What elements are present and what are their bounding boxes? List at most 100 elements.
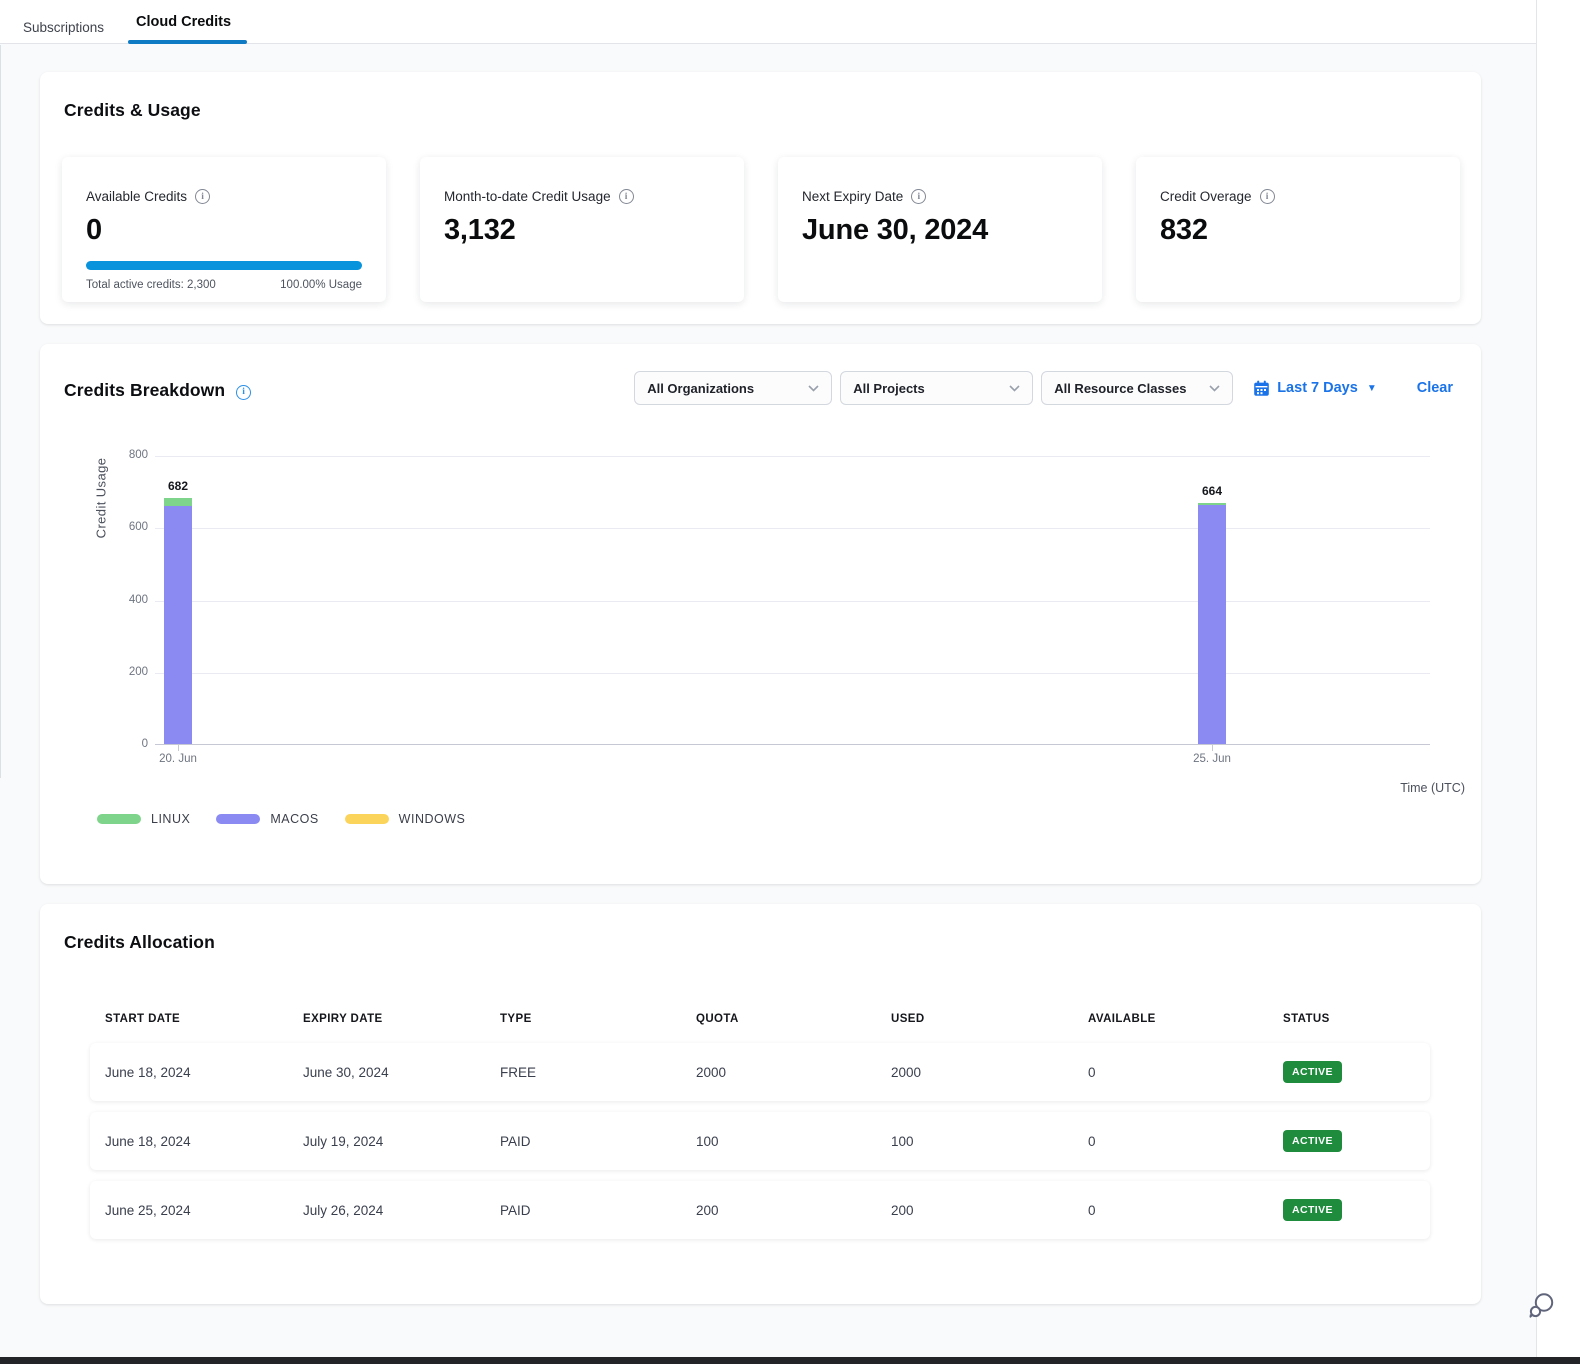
legend-swatch	[97, 814, 141, 824]
column-header: STATUS	[1268, 1013, 1430, 1025]
y-tick-label: 400	[104, 594, 148, 606]
mtd-usage-label-row: Month-to-date Credit Usage i	[444, 189, 720, 204]
column-header: EXPIRY DATE	[288, 1013, 485, 1025]
info-icon[interactable]: i	[619, 189, 634, 204]
y-tick-label: 600	[104, 521, 148, 533]
usage-progress-bar	[86, 261, 362, 270]
available-credits-label: Available Credits	[86, 189, 187, 204]
available-credits-card: Available Credits i 0 Total active credi…	[62, 157, 386, 302]
tab-cloud-credits[interactable]: Cloud Credits	[136, 14, 231, 30]
projects-select[interactable]: All Projects	[840, 371, 1033, 405]
table-cell: 200	[876, 1203, 1073, 1218]
resource-classes-select[interactable]: All Resource Classes	[1041, 371, 1233, 405]
chat-help-button[interactable]	[1524, 1289, 1558, 1323]
table-cell-status: ACTIVE	[1268, 1061, 1430, 1083]
credits-breakdown-title-text: Credits Breakdown	[64, 380, 225, 400]
table-cell: June 18, 2024	[90, 1065, 288, 1080]
table-cell: 0	[1073, 1203, 1268, 1218]
organizations-select-value: All Organizations	[647, 381, 754, 396]
calendar-icon	[1253, 380, 1270, 397]
status-badge: ACTIVE	[1283, 1130, 1342, 1152]
chevron-down-icon	[1209, 385, 1220, 392]
info-icon[interactable]: i	[195, 189, 210, 204]
table-cell: PAID	[485, 1134, 681, 1149]
left-edge-divider	[0, 45, 1, 778]
table-row[interactable]: June 18, 2024June 30, 2024FREE200020000A…	[90, 1043, 1430, 1101]
credit-overage-label-row: Credit Overage i	[1160, 189, 1436, 204]
credits-allocation-title: Credits Allocation	[64, 932, 215, 953]
column-header: START DATE	[90, 1013, 288, 1025]
active-tab-indicator	[128, 40, 247, 44]
credits-usage-section: Credits & Usage Available Credits i 0 To…	[40, 72, 1481, 324]
bar-segment-macos[interactable]	[164, 506, 192, 744]
bar-segment-linux[interactable]	[1198, 503, 1226, 505]
right-gutter	[1538, 0, 1580, 1364]
table-cell: 100	[876, 1134, 1073, 1149]
clear-filters-button[interactable]: Clear	[1417, 380, 1453, 396]
table-row[interactable]: June 25, 2024July 26, 2024PAID2002000ACT…	[90, 1181, 1430, 1239]
legend-label: MACOS	[270, 812, 318, 826]
credits-usage-title: Credits & Usage	[64, 100, 201, 121]
date-range-picker[interactable]: Last 7 Days ▼	[1253, 380, 1377, 397]
x-tick-label: 20. Jun	[159, 753, 197, 765]
chart-legend: LINUX MACOS WINDOWS	[97, 812, 465, 826]
table-cell: July 26, 2024	[288, 1203, 485, 1218]
mtd-usage-label: Month-to-date Credit Usage	[444, 189, 611, 204]
date-range-value: Last 7 Days	[1277, 380, 1358, 396]
chevron-down-icon	[808, 385, 819, 392]
column-header: USED	[876, 1013, 1073, 1025]
x-tick	[1212, 745, 1213, 751]
table-cell-status: ACTIVE	[1268, 1199, 1430, 1221]
table-row[interactable]: June 18, 2024July 19, 2024PAID1001000ACT…	[90, 1112, 1430, 1170]
gridline	[155, 456, 1430, 457]
bottom-window-bar	[0, 1357, 1580, 1364]
column-header: AVAILABLE	[1073, 1013, 1268, 1025]
legend-swatch	[345, 814, 389, 824]
credit-overage-value: 832	[1160, 214, 1436, 247]
chevron-down-icon	[1009, 385, 1020, 392]
legend-label: LINUX	[151, 812, 190, 826]
column-header: QUOTA	[681, 1013, 876, 1025]
info-icon[interactable]: i	[911, 189, 926, 204]
status-badge: ACTIVE	[1283, 1061, 1342, 1083]
breakdown-filters: All Organizations All Projects All Resou…	[634, 371, 1457, 405]
y-tick-label: 0	[104, 738, 148, 750]
legend-item-windows[interactable]: WINDOWS	[345, 812, 466, 826]
credit-overage-label: Credit Overage	[1160, 189, 1252, 204]
bar-segment-linux[interactable]	[164, 498, 192, 506]
legend-item-linux[interactable]: LINUX	[97, 812, 190, 826]
legend-item-macos[interactable]: MACOS	[216, 812, 318, 826]
gridline	[155, 673, 1430, 674]
column-header: TYPE	[485, 1013, 681, 1025]
table-cell: 0	[1073, 1134, 1268, 1149]
table-cell: 100	[681, 1134, 876, 1149]
info-icon[interactable]: i	[1260, 189, 1275, 204]
bar-segment-macos[interactable]	[1198, 505, 1226, 744]
y-tick-label: 800	[104, 449, 148, 461]
available-credits-label-row: Available Credits i	[86, 189, 362, 204]
table-cell: July 19, 2024	[288, 1134, 485, 1149]
table-cell: 0	[1073, 1065, 1268, 1080]
available-credits-value: 0	[86, 214, 362, 247]
x-tick-label: 25. Jun	[1193, 753, 1231, 765]
resource-classes-select-value: All Resource Classes	[1054, 381, 1186, 396]
next-expiry-value: June 30, 2024	[802, 214, 1078, 247]
credits-breakdown-title: Credits Breakdown i	[64, 380, 251, 401]
credit-overage-card: Credit Overage i 832	[1136, 157, 1460, 302]
cloud-credits-page: Subscriptions Cloud Credits Credits & Us…	[0, 0, 1537, 1364]
table-cell: June 25, 2024	[90, 1203, 288, 1218]
bar-total-label: 682	[168, 479, 188, 493]
tab-bar: Subscriptions Cloud Credits	[0, 0, 1536, 44]
next-expiry-label-row: Next Expiry Date i	[802, 189, 1078, 204]
x-tick	[178, 745, 179, 751]
organizations-select[interactable]: All Organizations	[634, 371, 832, 405]
metric-card-row: Available Credits i 0 Total active credi…	[62, 157, 1460, 302]
info-icon[interactable]: i	[236, 385, 251, 400]
table-body: June 18, 2024June 30, 2024FREE200020000A…	[90, 1043, 1430, 1239]
available-credits-footer: Total active credits: 2,300 100.00% Usag…	[86, 279, 362, 291]
projects-select-value: All Projects	[853, 381, 925, 396]
status-badge: ACTIVE	[1283, 1199, 1342, 1221]
table-cell: 2000	[876, 1065, 1073, 1080]
next-expiry-label: Next Expiry Date	[802, 189, 903, 204]
tab-subscriptions[interactable]: Subscriptions	[23, 20, 104, 35]
